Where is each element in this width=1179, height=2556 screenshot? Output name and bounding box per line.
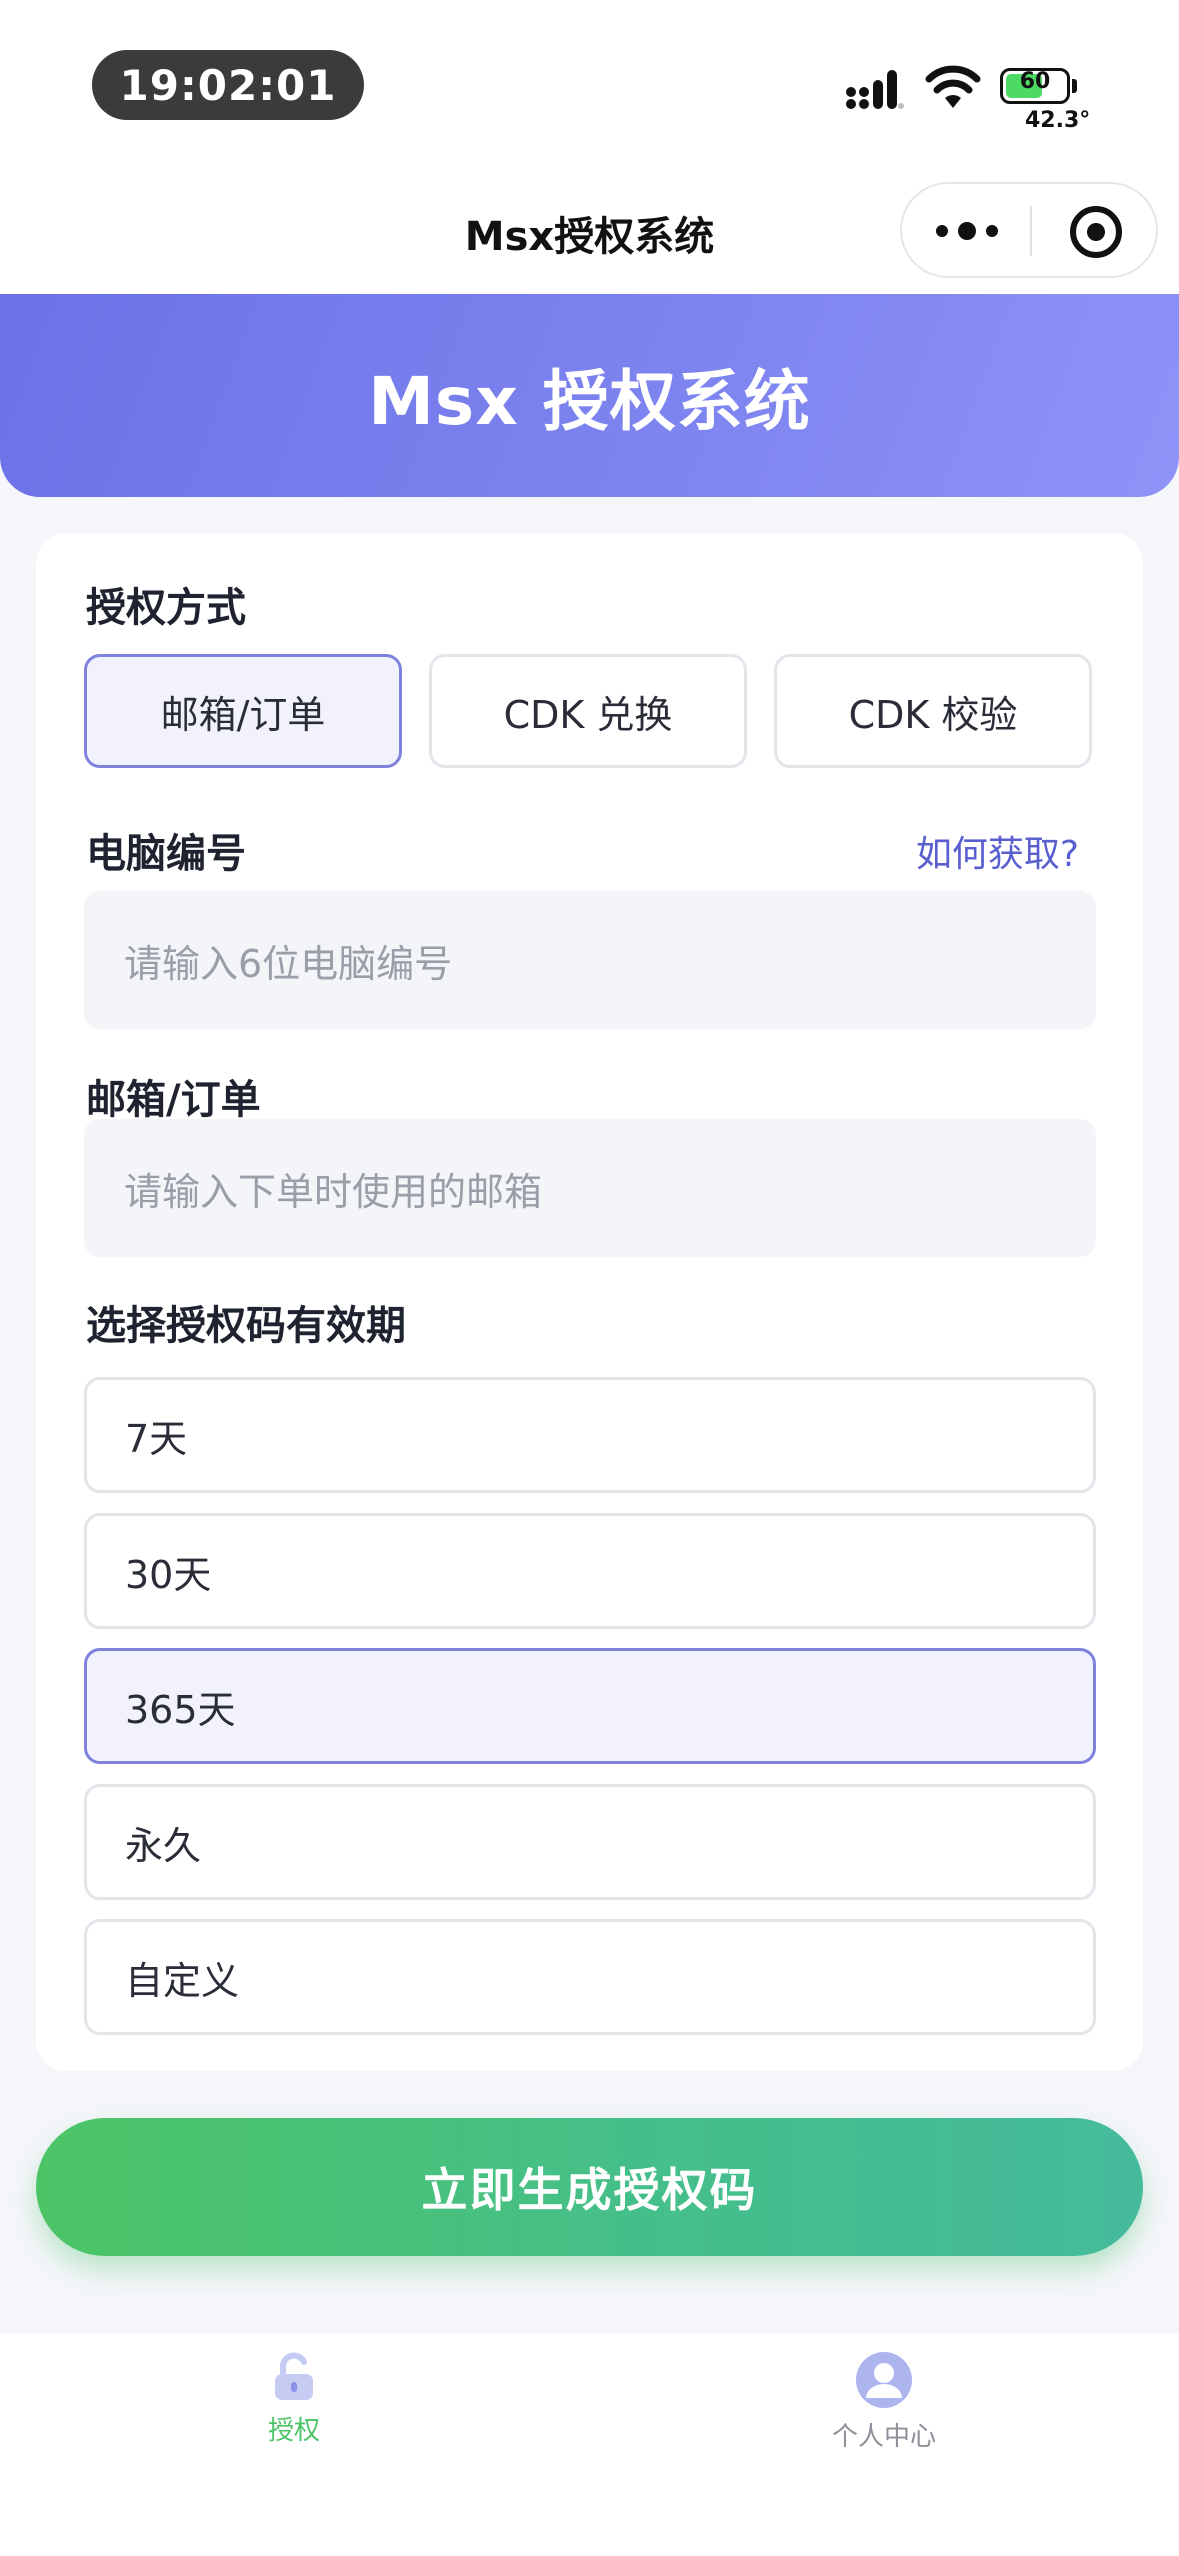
- more-dots-icon[interactable]: [936, 214, 998, 248]
- status-time: 19:02:01: [92, 50, 364, 120]
- email-input[interactable]: 请输入下单时使用的邮箱: [84, 1119, 1096, 1257]
- auth-form-card: 授权方式 邮箱/订单 CDK 兑换 CDK 校验 电脑编号 如何获取? 请输入6…: [36, 533, 1143, 2071]
- header-banner: Msx 授权系统: [0, 294, 1179, 497]
- validity-option-30-days[interactable]: 30天: [84, 1513, 1096, 1629]
- validity-option-custom[interactable]: 自定义: [84, 1919, 1096, 2035]
- capsule-divider: [1030, 206, 1032, 256]
- cellular-signal-icon: [846, 70, 904, 109]
- battery-icon: 60: [1000, 68, 1070, 104]
- user-avatar-icon: [856, 2352, 912, 2408]
- validity-option-365-days[interactable]: 365天: [84, 1648, 1096, 1764]
- pc-id-input[interactable]: 请输入6位电脑编号: [84, 891, 1096, 1029]
- tab-bar: 授权 个人中心: [0, 2334, 1179, 2556]
- tab-auth-label: 授权: [267, 2416, 320, 2446]
- tab-auth[interactable]: 授权: [144, 2352, 444, 2447]
- generate-code-button[interactable]: 立即生成授权码: [36, 2118, 1143, 2256]
- method-cdk-redeem-button[interactable]: CDK 兑换: [429, 654, 747, 768]
- nav-bar: Msx授权系统: [0, 170, 1179, 294]
- method-email-order-button[interactable]: 邮箱/订单: [84, 654, 402, 768]
- how-to-get-link[interactable]: 如何获取?: [916, 825, 1079, 877]
- validity-option-permanent[interactable]: 永久: [84, 1784, 1096, 1900]
- validity-label: 选择授权码有效期: [86, 1303, 406, 1349]
- tab-profile[interactable]: 个人中心: [734, 2352, 1034, 2453]
- email-order-label: 邮箱/订单: [86, 1077, 261, 1123]
- target-circle-icon[interactable]: [1070, 206, 1122, 258]
- method-cdk-verify-button[interactable]: CDK 校验: [774, 654, 1092, 768]
- tab-profile-label: 个人中心: [831, 2422, 936, 2452]
- battery-level: 60: [1019, 69, 1051, 94]
- wifi-icon: [925, 65, 981, 108]
- method-label: 授权方式: [86, 585, 246, 631]
- validity-option-7-days[interactable]: 7天: [84, 1377, 1096, 1493]
- device-temperature: 42.3°: [1025, 108, 1091, 133]
- pc-id-label: 电脑编号: [86, 831, 246, 877]
- banner-title: Msx 授权系统: [368, 362, 811, 440]
- unlock-icon: [275, 2352, 313, 2400]
- mini-program-capsule: [900, 182, 1158, 278]
- battery-cap: [1072, 79, 1077, 93]
- status-bar: 19:02:01 60 42.3°: [0, 0, 1179, 170]
